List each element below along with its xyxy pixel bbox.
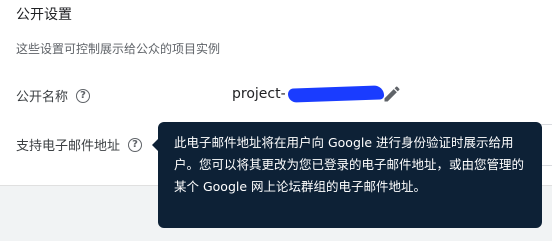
public-name-row: 公开名称 ? bbox=[16, 86, 91, 105]
public-name-text: project- bbox=[232, 86, 286, 102]
support-email-tooltip: 此电子邮件地址将在用户向 Google 进行身份验证时展示给用户。您可以将其更改… bbox=[158, 122, 542, 228]
public-name-label: 公开名称 bbox=[16, 90, 69, 105]
support-email-label: 支持电子邮件地址 bbox=[16, 139, 121, 154]
section-title: 公开设置 bbox=[16, 7, 72, 23]
tooltip-text: 此电子邮件地址将在用户向 Google 进行身份验证时展示给用户。您可以将其更改… bbox=[174, 135, 525, 194]
support-email-row: 支持电子邮件地址 ? bbox=[16, 135, 143, 154]
section-description: 这些设置可控制展示给公众的项目实例 bbox=[16, 42, 221, 56]
help-circle-icon[interactable]: ? bbox=[76, 88, 91, 103]
help-circle-icon[interactable]: ? bbox=[128, 137, 143, 152]
public-name-value: project- bbox=[232, 85, 384, 103]
pencil-icon[interactable] bbox=[382, 84, 402, 104]
redaction-scribble bbox=[287, 85, 384, 103]
next-section-fragment bbox=[0, 232, 40, 241]
